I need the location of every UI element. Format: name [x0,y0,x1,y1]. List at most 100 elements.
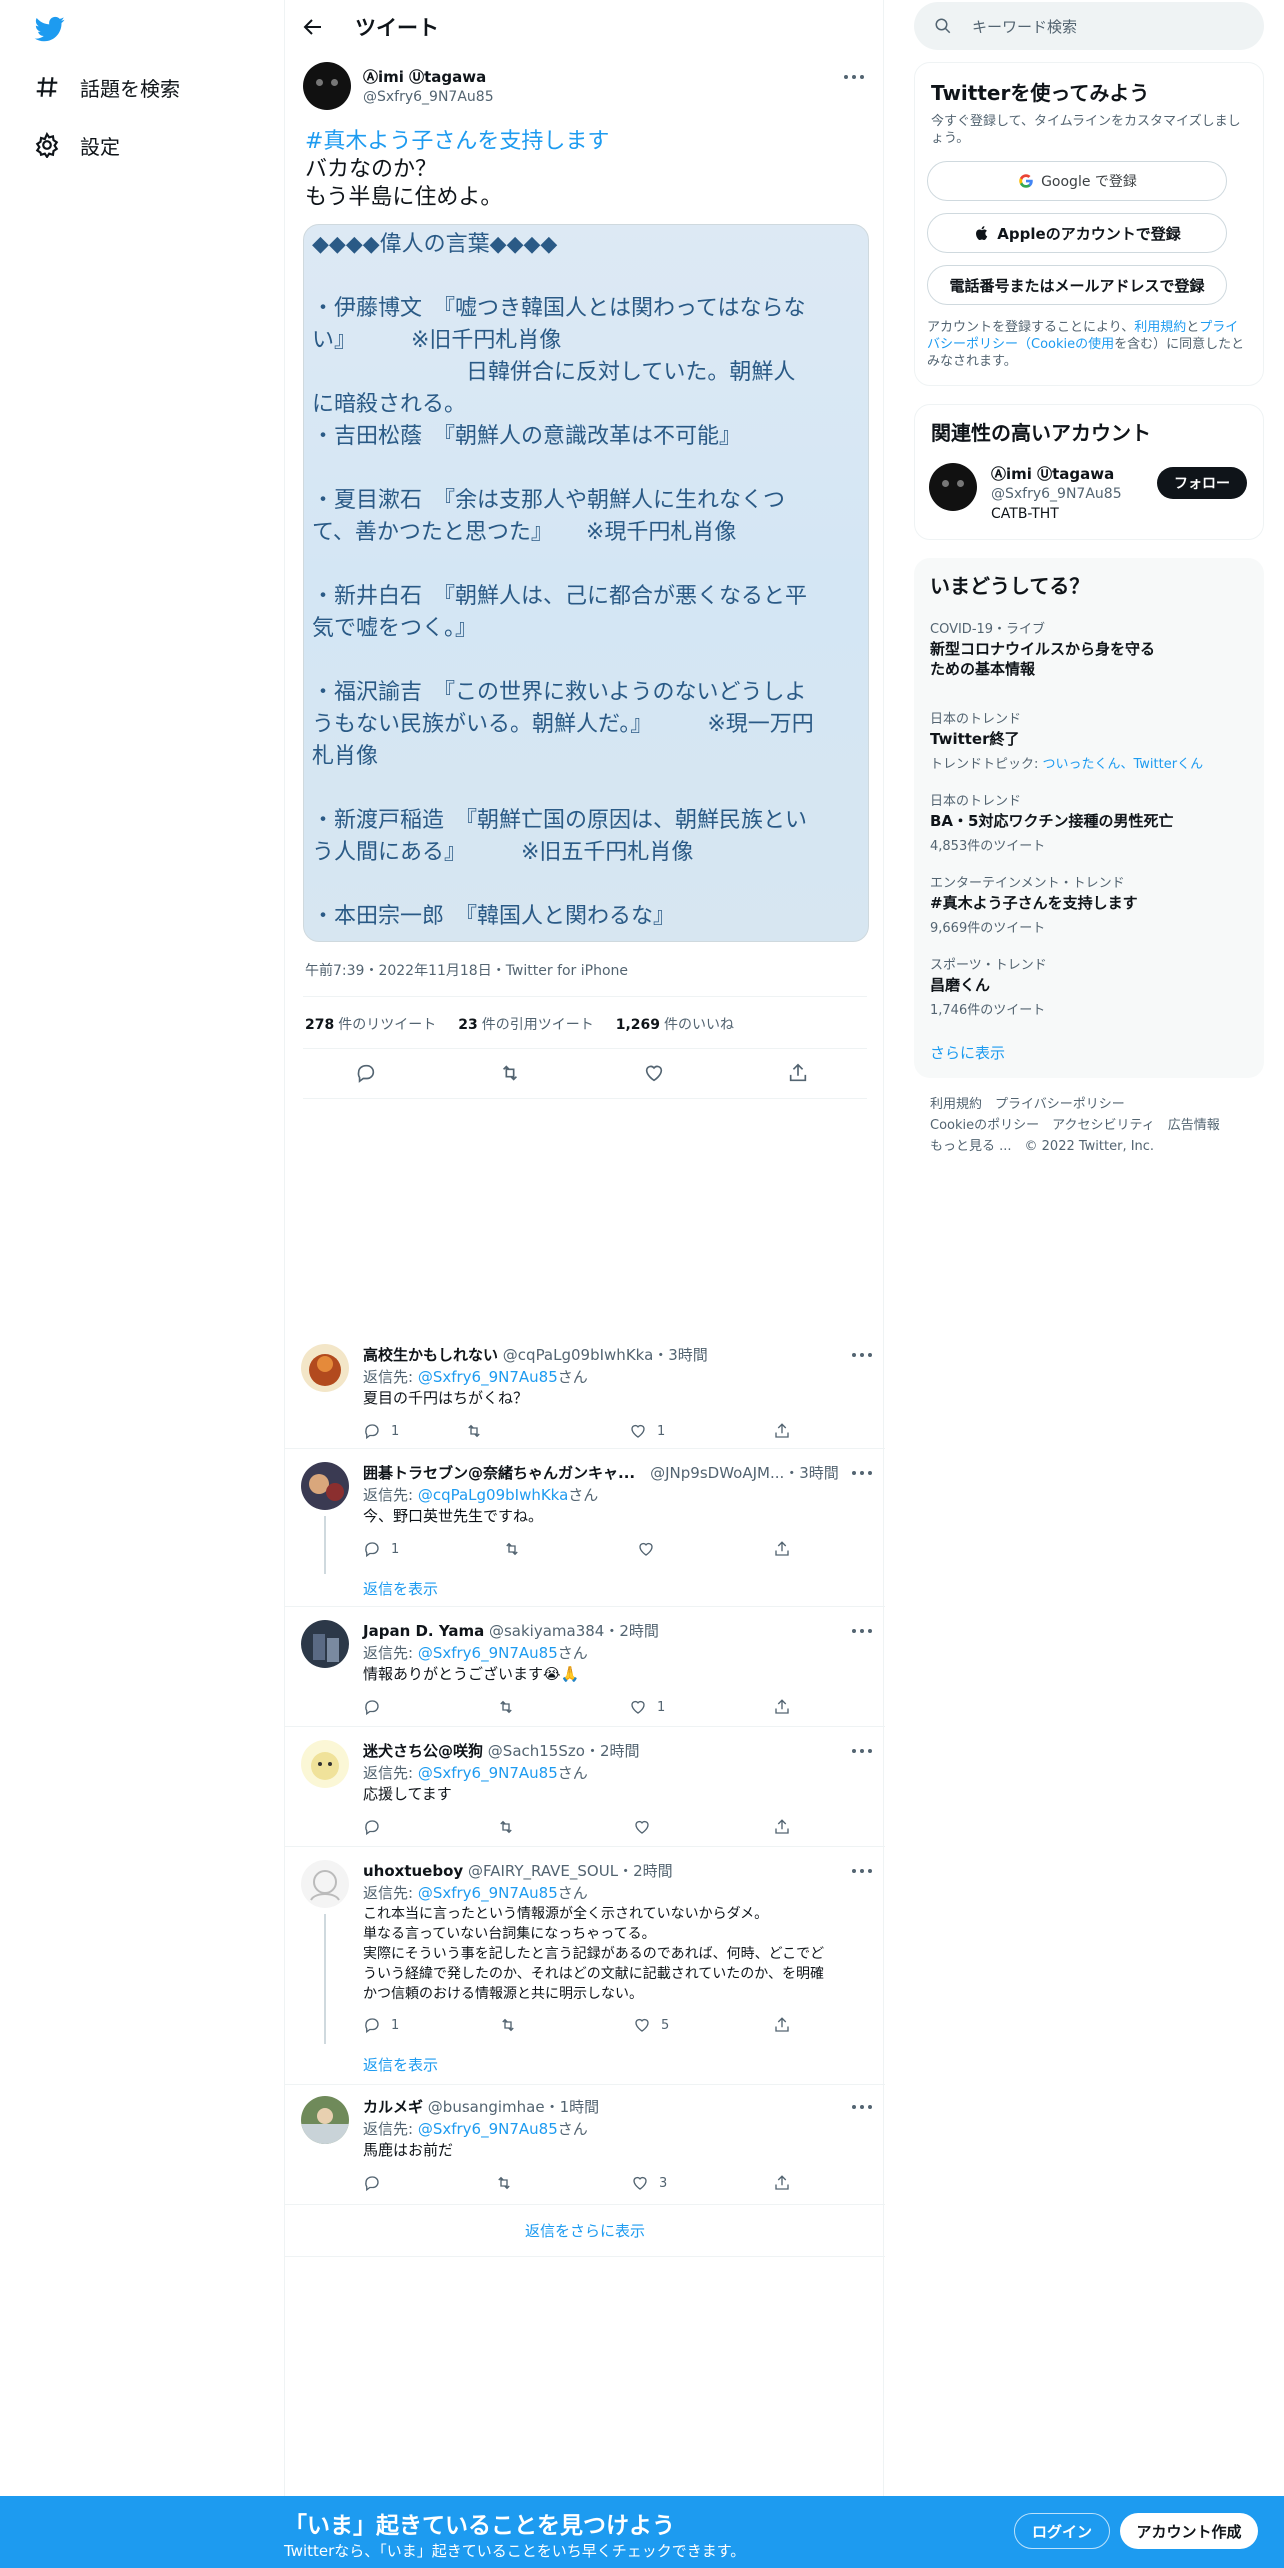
share-icon[interactable] [773,1818,791,1836]
bottom-signup-bar: 「いま」起きていることを見つけよう Twitterなら、「いま」起きていることを… [0,2496,1284,2568]
retweet-icon[interactable] [495,2174,513,2192]
page-header: ツイート [285,0,885,54]
page-title: ツイート [355,16,439,40]
share-icon[interactable] [773,1540,791,1558]
follow-button[interactable]: フォロー [1157,467,1247,499]
like-icon[interactable] [637,1540,655,1558]
retweet-icon[interactable] [497,1818,515,1836]
footer-links[interactable]: 利用規約 プライバシーポリシー Cookieのポリシー アクセシビリティ 広告情… [930,1094,1260,1157]
signup-button[interactable]: アカウント作成 [1120,2513,1258,2549]
related-account[interactable]: Ⓐimi Ⓤtagawa @Sxfry6_9N7Au85 CATB-THT [991,463,1122,522]
reply-to: 返信先: @Sxfry6_9N7Au85さん [363,1764,588,1782]
like-icon[interactable] [643,1062,665,1084]
apple-signup-button[interactable]: Appleのアカウントで登録 [927,213,1227,253]
trend-item[interactable]: スポーツ・トレンド 昌磨くん 1,746件のツイート [930,954,1250,1018]
share-icon[interactable] [773,2174,791,2192]
reply-to: 返信先: @Sxfry6_9N7Au85さん [363,1644,588,1662]
tweet-hashtag[interactable]: #真木よう子さんを支持します [305,128,865,156]
avatar[interactable] [301,1620,349,1668]
reply-tweet[interactable]: カルメギ @busangimhae・1時間 返信先: @Sxfry6_9N7Au… [285,2096,885,2200]
reply-tweet[interactable]: 迷犬さち公@咲狗 @Sach15Szo・2時間 返信先: @Sxfry6_9N7… [285,1740,885,1844]
image-text-line: ・新井白石 『朝鮮人は、己に都合が悪くなると平 [312,584,808,609]
like-icon[interactable] [629,1422,647,1440]
avatar[interactable] [929,463,977,511]
retweet-stat[interactable]: 278 件のリツイート [305,1014,436,1034]
more-options-icon[interactable] [851,1628,873,1634]
share-icon[interactable] [787,1062,809,1084]
gear-icon [35,132,59,158]
share-icon[interactable] [773,1698,791,1716]
reply-tweet[interactable]: uhoxtueboy @FAIRY_RAVE_SOUL・2時間 返信先: @Sx… [285,1860,885,2080]
avatar[interactable] [301,2096,349,2144]
retweet-icon[interactable] [499,2016,517,2034]
more-options-icon[interactable] [843,74,865,80]
show-more-replies-link[interactable]: 返信をさらに表示 [285,2220,885,2241]
reply-tweet[interactable]: 囲碁トラセブン@奈緒ちゃんガンキャ... @JNp9sDWoAJM...・3時間… [285,1462,885,1610]
reply-icon[interactable] [363,2016,381,2034]
divider [303,1098,867,1099]
share-icon[interactable] [773,1422,791,1440]
google-signup-button[interactable]: Google で登録 [927,161,1227,201]
avatar[interactable] [301,1860,349,1908]
retweet-icon[interactable] [497,1698,515,1716]
twitter-logo-icon[interactable] [34,14,66,44]
retweet-icon[interactable] [465,1422,483,1440]
image-text-line: ・本田宗一郎 『韓国人と関わるな』 [312,904,676,929]
signup-card: Twitterを使ってみよう 今すぐ登録して、タイムラインをカスタマイズしましょ… [914,62,1264,386]
like-stat[interactable]: 1,269 件のいいね [616,1014,734,1034]
reply-tweet[interactable]: 高校生かもしれない @cqPaLg09bIwhKka・3時間 返信先: @Sxf… [285,1344,885,1448]
divider [303,1048,867,1049]
avatar[interactable] [301,1462,349,1510]
reply-icon[interactable] [355,1062,377,1084]
like-icon[interactable] [631,2174,649,2192]
trend-item[interactable]: 日本のトレンド Twitter終了 トレンドトピック: ついったくん、Twitt… [930,708,1250,772]
image-text-line: ・福沢諭吉 『この世界に救いようのないどうしよ [312,680,807,705]
show-replies-link[interactable]: 返信を表示 [363,2054,438,2075]
more-options-icon[interactable] [851,1352,873,1358]
left-sidebar: 話題を検索 設定 [0,0,284,2568]
reply-tweet[interactable]: Japan D. Yama @sakiyama384・2時間 返信先: @Sxf… [285,1620,885,1724]
reply-icon[interactable] [363,1422,381,1440]
reply-header: Japan D. Yama @sakiyama384・2時間 [363,1622,659,1640]
like-icon[interactable] [633,1818,651,1836]
share-icon[interactable] [773,2016,791,2034]
image-text-line: う人間にある』 ※旧五千円札肖像 [312,840,694,865]
show-replies-link[interactable]: 返信を表示 [363,1578,438,1599]
search-input[interactable]: キーワード検索 [914,2,1264,50]
terms-link[interactable]: 利用規約 [1134,320,1186,335]
trend-item[interactable]: COVID-19・ライブ 新型コロナウイルスから身を守るための基本情報 [930,618,1250,679]
like-icon[interactable] [633,2016,651,2034]
retweet-icon[interactable] [503,1540,521,1558]
trend-item[interactable]: エンターテインメント・トレンド #真木よう子さんを支持します 9,669件のツイ… [930,872,1250,936]
divider [285,2084,885,2085]
back-arrow-icon[interactable] [301,15,325,39]
more-options-icon[interactable] [851,2104,873,2110]
bottom-title: 「いま」起きていることを見つけよう [284,2513,675,2539]
reply-actions: 1 [363,1698,789,1718]
divider [303,996,867,997]
quote-stat[interactable]: 23 件の引用ツイート [458,1014,593,1034]
reply-icon[interactable] [363,1698,381,1716]
like-icon[interactable] [629,1698,647,1716]
tweet-timestamp[interactable]: 午前7:39・2022年11月18日・Twitter for iPhone [305,960,628,980]
tweet-image[interactable]: ◆◆◆◆偉人の言葉◆◆◆◆ ・伊藤博文 『嘘つき韓国人とは関わってはならな い』… [303,224,869,942]
retweet-icon[interactable] [499,1062,521,1084]
login-button[interactable]: ログイン [1014,2513,1110,2549]
trend-item[interactable]: 日本のトレンド BA・5対応ワクチン接種の男性死亡 4,853件のツイート [930,790,1250,854]
tweet-author[interactable]: Ⓐimi Ⓤtagawa @Sxfry6_9N7Au85 [363,66,494,105]
divider [285,1726,885,1727]
reply-icon[interactable] [363,1818,381,1836]
more-options-icon[interactable] [851,1748,873,1754]
nav-explore[interactable]: 話題を検索 [34,67,180,107]
nav-settings[interactable]: 設定 [34,125,120,165]
more-options-icon[interactable] [851,1470,873,1476]
show-more-trends-link[interactable]: さらに表示 [930,1042,1005,1063]
avatar[interactable] [303,62,351,110]
more-options-icon[interactable] [851,1868,873,1874]
avatar[interactable] [301,1344,349,1392]
reply-icon[interactable] [363,1540,381,1558]
reply-icon[interactable] [363,2174,381,2192]
phone-email-signup-button[interactable]: 電話番号またはメールアドレスで登録 [927,265,1227,305]
avatar[interactable] [301,1740,349,1788]
reply-actions: 3 [363,2174,789,2194]
